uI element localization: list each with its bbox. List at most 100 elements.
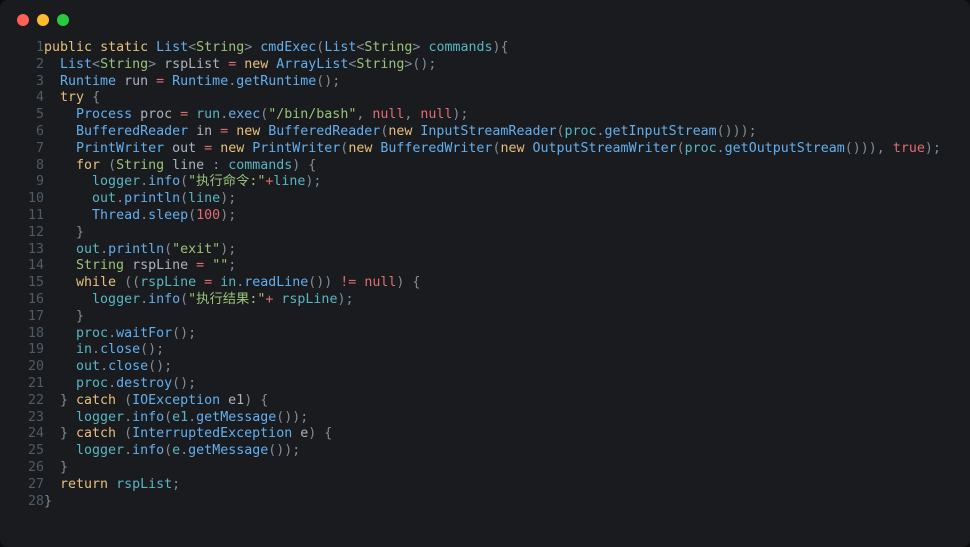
line-source[interactable]: logger.info(e1.getMessage()); bbox=[44, 410, 941, 427]
token-punc: ; bbox=[172, 476, 181, 492]
token-punc: } bbox=[44, 493, 53, 509]
code-table: 1 public static List<String> cmdExec(List… bbox=[0, 40, 941, 510]
line-number: 20 bbox=[27, 359, 44, 375]
token-kw: static bbox=[100, 40, 149, 55]
token-punc: ())); bbox=[716, 123, 757, 139]
line-source[interactable]: for (String line : commands) { bbox=[44, 158, 941, 175]
token-gen: String bbox=[364, 40, 413, 55]
token-punc: . bbox=[124, 409, 133, 425]
line-source[interactable]: proc.destroy(); bbox=[44, 376, 941, 393]
token-punc: ); bbox=[337, 291, 354, 307]
token-punc: ); bbox=[452, 107, 469, 123]
token-punc: , bbox=[404, 107, 421, 123]
line-number: 14 bbox=[27, 258, 44, 274]
token-punc: ( bbox=[108, 157, 117, 173]
token-lit: null bbox=[364, 275, 397, 291]
close-button[interactable] bbox=[17, 14, 29, 26]
line-number: 8 bbox=[35, 157, 44, 173]
token-punc: ) { bbox=[396, 275, 421, 291]
line-source[interactable]: Process proc = run.exec("/bin/bash", nul… bbox=[44, 107, 941, 124]
line-source[interactable]: return rspList; bbox=[44, 477, 941, 494]
token-punc: ( bbox=[164, 409, 173, 425]
line-source[interactable]: String rspLine = ""; bbox=[44, 258, 941, 275]
token-kw: return bbox=[60, 476, 109, 492]
token-punc: ) { bbox=[244, 392, 269, 408]
token-fn: println bbox=[124, 191, 181, 207]
line-source[interactable]: while ((rspLine = in.readLine()) != null… bbox=[44, 275, 941, 292]
token-op: = bbox=[220, 123, 229, 139]
line-source[interactable]: } bbox=[44, 494, 941, 511]
line-source[interactable]: proc.waitFor(); bbox=[44, 326, 941, 343]
line-source[interactable]: in.close(); bbox=[44, 342, 941, 359]
line-source[interactable]: out.println(line); bbox=[44, 191, 941, 208]
line-source[interactable]: PrintWriter out = new PrintWriter (new Bu… bbox=[44, 141, 941, 158]
line-source[interactable]: out.println("exit"); bbox=[44, 242, 941, 259]
token-punc: } bbox=[76, 224, 85, 240]
token-punc: ); bbox=[220, 207, 237, 223]
token-punc: ( bbox=[164, 241, 173, 257]
code-line: 4 try { bbox=[0, 90, 941, 107]
line-source[interactable]: } bbox=[44, 309, 941, 326]
token-str: "exit" bbox=[172, 241, 221, 257]
token-ident: in bbox=[220, 275, 237, 291]
token-punc: . bbox=[140, 291, 149, 307]
token-fn: destroy bbox=[116, 375, 173, 391]
line-source[interactable]: Runtime run = Runtime.getRuntime(); bbox=[44, 74, 941, 91]
token-punc: ); bbox=[924, 140, 941, 156]
token-punc: > bbox=[148, 56, 157, 72]
token-punc: ( bbox=[188, 207, 197, 223]
token-var: line bbox=[172, 157, 205, 173]
token-punc: { bbox=[92, 90, 101, 106]
token-punc: . bbox=[596, 123, 605, 139]
line-source[interactable]: } catch (InterruptedException e) { bbox=[44, 426, 941, 443]
token-ident: proc bbox=[684, 140, 717, 156]
line-source[interactable]: Thread.sleep(100); bbox=[44, 208, 941, 225]
token-punc: ( bbox=[164, 443, 173, 459]
token-kw: new bbox=[348, 140, 373, 156]
line-source[interactable]: } bbox=[44, 225, 941, 242]
token-kw: new bbox=[388, 123, 413, 139]
token-ident: line bbox=[273, 174, 306, 190]
token-gen: String bbox=[100, 56, 149, 72]
token-num: 100 bbox=[196, 207, 221, 223]
token-lit: null bbox=[420, 107, 453, 123]
minimize-button[interactable] bbox=[37, 14, 49, 26]
token-fn: close bbox=[108, 359, 149, 375]
line-number: 2 bbox=[35, 56, 44, 72]
token-fn: readLine bbox=[244, 275, 309, 291]
token-punc: , bbox=[356, 107, 373, 123]
token-punc: . bbox=[116, 191, 125, 207]
token-ident: out bbox=[76, 359, 101, 375]
code-editor[interactable]: 1 public static List<String> cmdExec(List… bbox=[0, 40, 970, 510]
token-punc: < bbox=[188, 40, 197, 55]
line-source[interactable]: logger.info(e.getMessage()); bbox=[44, 443, 941, 460]
line-source[interactable]: public static List<String> cmdExec(List<… bbox=[44, 40, 941, 57]
line-source[interactable]: logger.info("执行命令:"+line); bbox=[44, 174, 941, 191]
line-source[interactable]: } bbox=[44, 460, 941, 477]
line-source[interactable]: logger.info("执行结果:"+ rspLine); bbox=[44, 292, 941, 309]
token-punc: ( bbox=[124, 392, 133, 408]
line-source[interactable]: List<String> rspList = new ArrayList<Str… bbox=[44, 57, 941, 74]
line-number: 26 bbox=[27, 459, 44, 475]
token-punc: . bbox=[140, 207, 149, 223]
line-source[interactable]: } catch (IOException e1) { bbox=[44, 393, 941, 410]
maximize-button[interactable] bbox=[57, 14, 69, 26]
token-punc: >(); bbox=[404, 56, 437, 72]
line-source[interactable]: out.close(); bbox=[44, 359, 941, 376]
line-source[interactable]: try { bbox=[44, 90, 941, 107]
line-source[interactable]: BufferedReader in = new BufferedReader(n… bbox=[44, 124, 941, 141]
